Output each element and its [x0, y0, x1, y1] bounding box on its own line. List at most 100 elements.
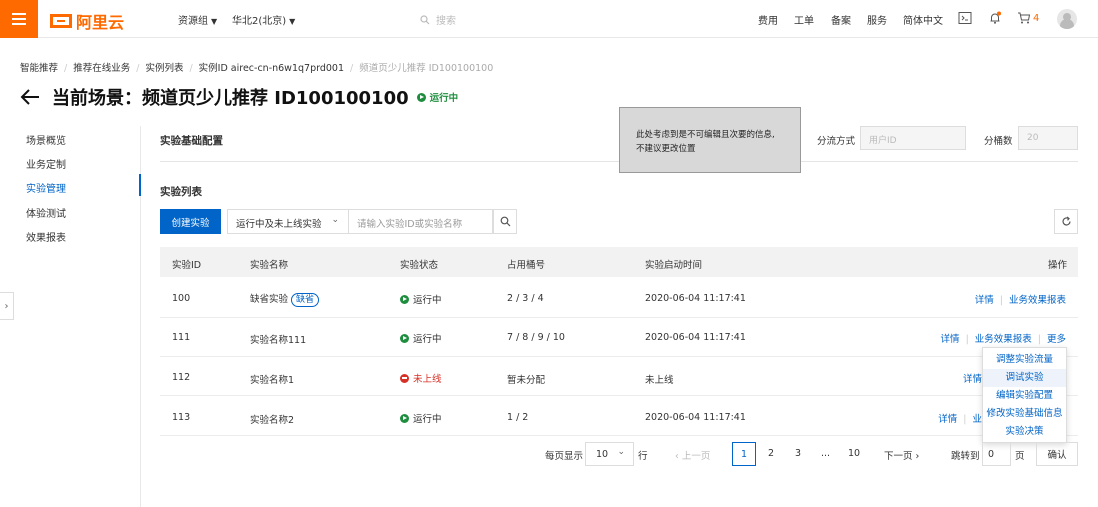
search-icon: [500, 216, 510, 227]
chevron-right-icon: ›: [4, 300, 9, 312]
sidenav-item-experiments[interactable]: 实验管理: [26, 180, 66, 195]
link-tickets[interactable]: 工单: [794, 12, 814, 27]
page-unit: 页: [1015, 451, 1025, 462]
breadcrumb: 智能推荐 / 推荐在线业务 / 实例列表 / 实例ID airec-cn-n6w1q7prd…: [20, 63, 494, 74]
jump-label: 跳转到: [951, 451, 980, 462]
report-link[interactable]: 业: [972, 414, 982, 425]
next-page-label: 下一页: [884, 451, 913, 462]
experiment-id: 113: [172, 412, 191, 423]
status-filter-value: 运行中及未上线实验: [236, 219, 322, 230]
bucket-count-field: 20: [1018, 126, 1078, 150]
breadcrumb-item[interactable]: 智能推荐: [20, 63, 58, 74]
page-button[interactable]: 3: [795, 448, 801, 459]
link-service[interactable]: 服务: [867, 12, 887, 27]
column-header: 占用桶号: [507, 260, 546, 271]
region-dropdown[interactable]: 华北2(北京) ▼: [232, 12, 295, 27]
cart-count: 4: [1033, 12, 1040, 24]
status-badge: 未上线: [400, 371, 442, 385]
experiment-search-input[interactable]: 请输入实验ID或实验名称: [349, 209, 493, 234]
status-filter-select[interactable]: 运行中及未上线实验 ⌄: [227, 209, 349, 234]
experiment-name: 实验名称111: [250, 335, 307, 346]
report-link[interactable]: 业务效果报表: [975, 334, 1032, 345]
table-row: 113 实验名称2 运行中 1 / 2 2020-06-04 11:17:41 …: [160, 397, 1078, 436]
running-icon: [416, 92, 426, 102]
bucket-numbers: 7 / 8 / 9 / 10: [507, 332, 565, 343]
details-link[interactable]: 详情: [963, 374, 982, 385]
confirm-jump-button[interactable]: 确认: [1036, 442, 1078, 466]
table-row: 111 实验名称111 运行中 7 / 8 / 9 / 10 2020-06-0…: [160, 318, 1078, 357]
sidenav-item-customization[interactable]: 业务定制: [26, 156, 66, 171]
jump-page-input[interactable]: 0: [982, 442, 1011, 466]
side-nav: 场景概览 业务定制 实验管理 体验测试 效果报表: [0, 126, 141, 507]
refresh-button[interactable]: [1054, 209, 1078, 234]
breadcrumb-item[interactable]: 推荐在线业务: [73, 63, 130, 74]
status-badge: 运行中: [400, 292, 442, 306]
search-button[interactable]: [493, 209, 517, 234]
details-link[interactable]: 详情: [941, 334, 960, 345]
annotation-line: 此处考虑到是不可编辑且次要的信息,: [636, 130, 775, 140]
running-icon: [400, 413, 409, 423]
per-page-select[interactable]: 10 ⌄: [585, 442, 634, 466]
cart-icon: [1018, 12, 1031, 24]
table-header: 实验ID 实验名称 实验状态 占用桶号 实验启动时间 操作: [160, 247, 1078, 277]
global-search[interactable]: 搜索: [420, 12, 456, 27]
menu-item-decision[interactable]: 实验决策: [983, 423, 1066, 441]
menu-item-edit-basic-info[interactable]: 修改实验基础信息: [983, 405, 1066, 423]
sidenav-item-reports[interactable]: 效果报表: [26, 229, 66, 244]
details-link[interactable]: 详情: [938, 414, 957, 425]
aliyun-logo[interactable]: 阿里云: [50, 9, 124, 33]
page-button[interactable]: 2: [768, 448, 774, 459]
terminal-icon[interactable]: [958, 11, 972, 28]
cart-button[interactable]: 4: [1017, 11, 1039, 25]
page-button-current[interactable]: 1: [732, 442, 756, 466]
create-experiment-button[interactable]: 创建实验: [160, 209, 221, 234]
prev-page-button[interactable]: ‹ 上一页: [675, 448, 710, 462]
menu-item-edit-config[interactable]: 编辑实验配置: [983, 387, 1066, 405]
sidenav-item-testing[interactable]: 体验测试: [26, 205, 66, 220]
status-badge: 运行中: [400, 411, 442, 425]
menu-item-debug[interactable]: 调试实验: [983, 369, 1066, 387]
experiment-name: 缺省实验 缺省: [250, 291, 320, 307]
row-actions: 详情 | 业务效果报表 | 更多: [940, 334, 1066, 345]
brand-name: 阿里云: [76, 13, 125, 32]
resource-group-dropdown[interactable]: 资源组 ▼: [178, 12, 217, 27]
link-billing[interactable]: 费用: [758, 12, 778, 27]
row-actions: 详情: [963, 371, 982, 385]
breadcrumb-current: 频道页少儿推荐 ID100100100: [359, 63, 494, 74]
more-link[interactable]: 更多: [1047, 334, 1066, 345]
chevron-left-icon: ‹: [675, 451, 679, 462]
user-avatar[interactable]: [1057, 9, 1077, 29]
breadcrumb-item[interactable]: 实例列表: [145, 63, 183, 74]
page-button[interactable]: 10: [848, 448, 860, 459]
page-header: 当前场景：频道页少儿推荐 ID100100100 运行中: [20, 84, 458, 110]
annotation-line: 不建议更改位置: [636, 144, 696, 154]
sidenav-item-overview[interactable]: 场景概览: [26, 132, 66, 147]
menu-item-adjust-traffic[interactable]: 调整实验流量: [983, 351, 1066, 369]
next-page-button[interactable]: 下一页 ›: [884, 448, 919, 462]
search-placeholder: 搜索: [436, 16, 456, 27]
prev-page-label: 上一页: [681, 451, 711, 462]
bell-icon[interactable]: [988, 11, 1002, 28]
report-link[interactable]: 业务效果报表: [1009, 295, 1066, 306]
column-header: 实验名称: [250, 260, 289, 271]
running-icon: [400, 333, 409, 343]
link-language[interactable]: 简体中文: [903, 12, 943, 27]
status-text: 运行中: [413, 295, 442, 306]
experiment-name-text: 缺省实验: [250, 294, 289, 305]
breadcrumb-item[interactable]: 实例ID airec-cn-n6w1q7prd001: [199, 63, 344, 74]
menu-icon[interactable]: [0, 0, 38, 38]
experiment-name: 实验名称2: [250, 415, 295, 426]
link-icp[interactable]: 备案: [831, 12, 851, 27]
expand-sidebar-button[interactable]: ›: [0, 292, 14, 320]
details-link[interactable]: 详情: [975, 295, 994, 306]
chevron-down-icon: ⌄: [331, 215, 339, 225]
resource-group-label: 资源组: [178, 16, 208, 27]
per-page-value: 10: [596, 448, 609, 460]
refresh-icon: [1061, 216, 1071, 226]
config-section-title: 实验基础配置: [160, 135, 223, 147]
page-ellipsis: ...: [821, 448, 831, 459]
column-header: 实验状态: [400, 260, 439, 271]
running-icon: [400, 294, 409, 304]
back-arrow-icon[interactable]: [20, 89, 40, 105]
split-method-label: 分流方式: [817, 136, 856, 147]
